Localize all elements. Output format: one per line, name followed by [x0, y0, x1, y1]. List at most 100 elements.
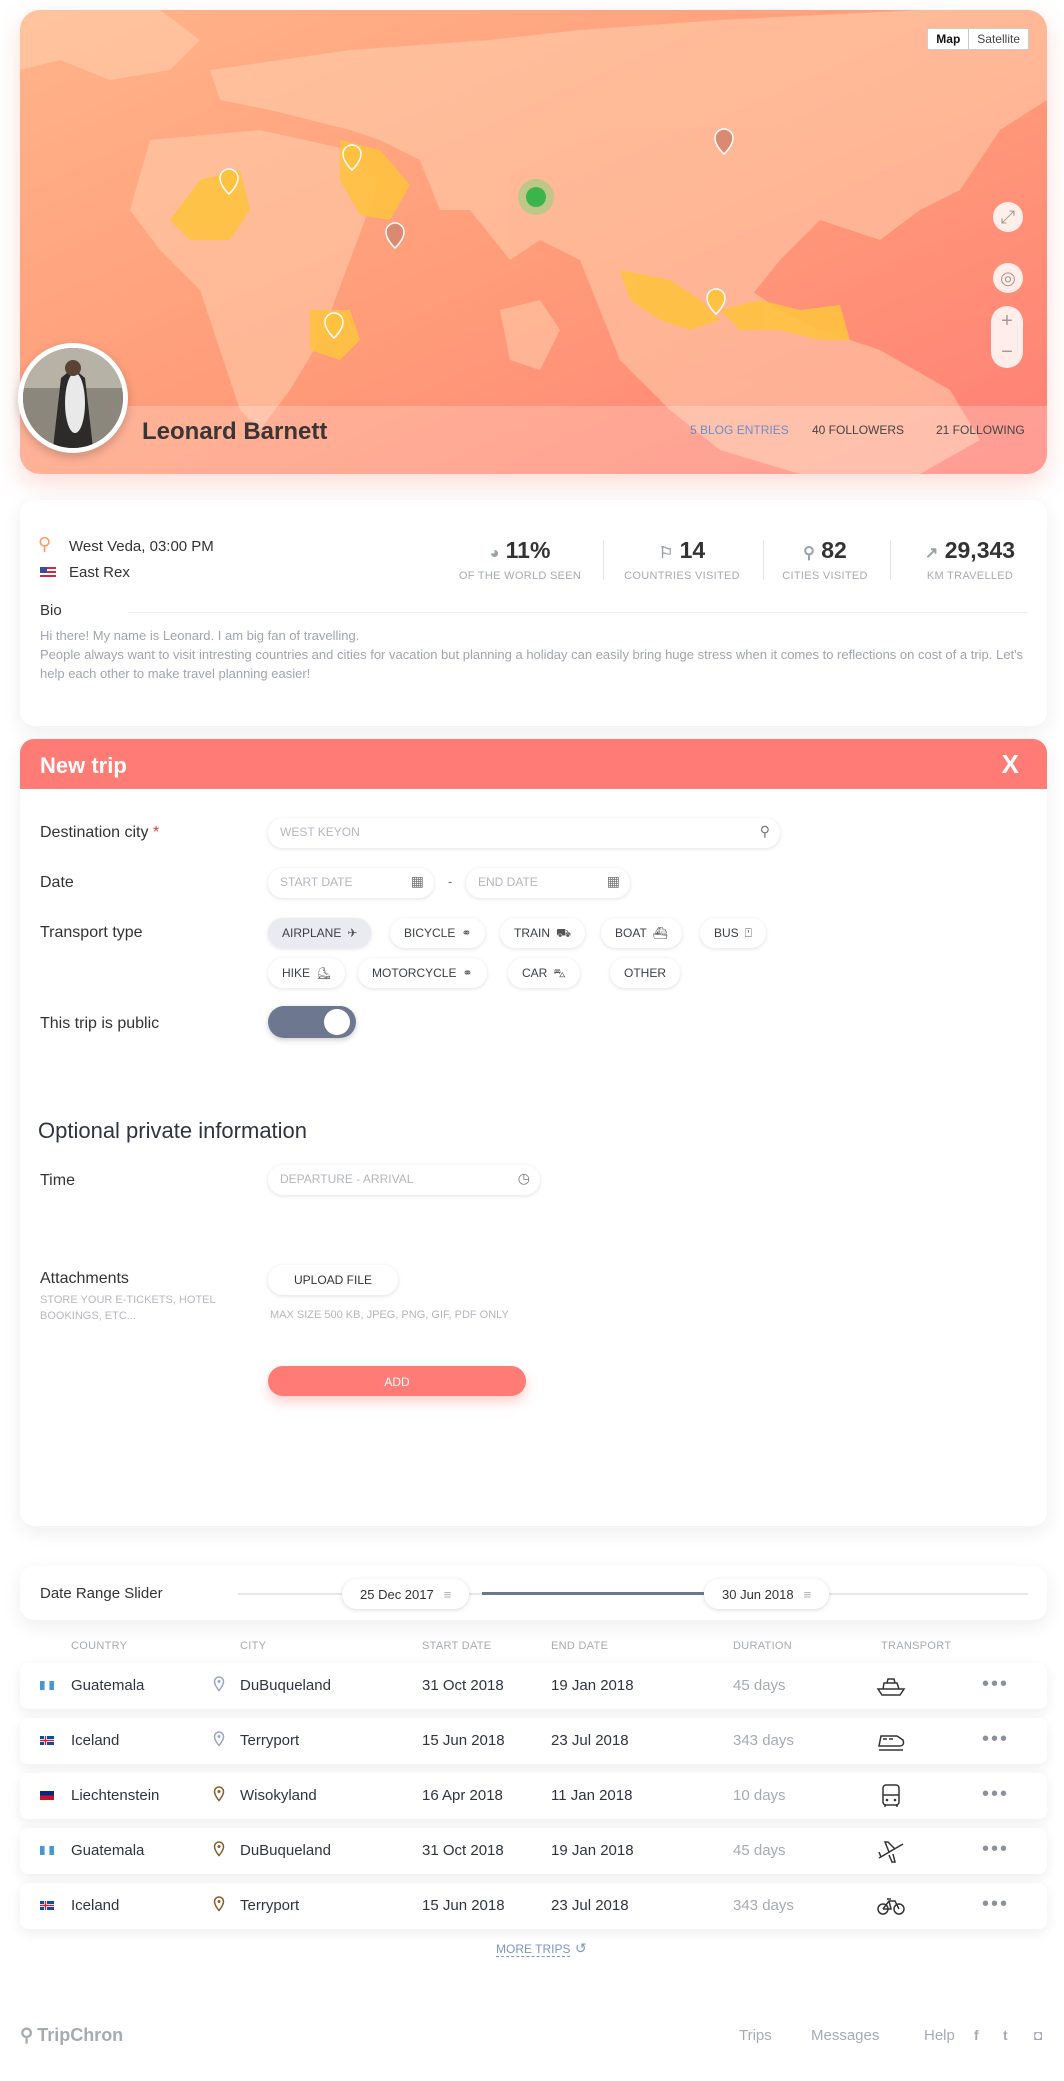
column-header-transport[interactable]: TRANSPORT: [881, 1640, 951, 1652]
cell-start-date: 15 Jun 2018: [422, 1897, 505, 1914]
avatar[interactable]: [18, 343, 128, 453]
zoom-in-icon[interactable]: +: [1001, 310, 1013, 333]
transport-chip-airplane[interactable]: AIRPLANE ✈: [268, 918, 372, 948]
slider-range-fill: [482, 1592, 704, 1595]
cell-country: Iceland: [71, 1897, 120, 1914]
more-options-icon[interactable]: •••: [982, 1728, 1009, 1751]
date-range-label: Date Range Slider: [40, 1585, 163, 1602]
zoom-out-icon[interactable]: −: [1001, 341, 1013, 364]
boat-icon: ⛴: [652, 926, 669, 940]
table-row[interactable]: Liechtenstein Wisokyland 16 Apr 2018 11 Jan…: [20, 1773, 1047, 1819]
bus-icon: [882, 1784, 900, 1807]
locate-icon[interactable]: ◎: [993, 263, 1023, 293]
stat-world-value: 11%: [505, 537, 551, 563]
divider: [128, 612, 1028, 613]
transport-chip-other[interactable]: OTHER: [610, 958, 680, 988]
facebook-icon[interactable]: f: [974, 2027, 979, 2043]
boat-icon: [876, 1678, 906, 1696]
column-header-city[interactable]: CITY: [240, 1640, 266, 1652]
column-header-duration[interactable]: DURATION: [733, 1640, 792, 1652]
chip-label: TRAIN: [514, 926, 550, 940]
footer-link-help[interactable]: Help: [924, 2027, 955, 2044]
upload-file-button[interactable]: UPLOAD FILE: [268, 1265, 398, 1295]
time-placeholder: DEPARTURE - ARRIVAL: [280, 1172, 414, 1186]
more-options-icon[interactable]: •••: [982, 1783, 1009, 1806]
drag-handle-icon: ≡: [443, 1587, 452, 1602]
column-header-country[interactable]: COUNTRY: [71, 1640, 127, 1652]
cell-end-date: 11 Jan 2018: [551, 1787, 633, 1804]
cell-end-date: 19 Jan 2018: [551, 1842, 634, 1859]
new-trip-title: New trip: [40, 753, 127, 778]
stat-countries: ⚐ 14 COUNTRIES VISITED: [612, 537, 752, 582]
more-trips-link[interactable]: MORE TRIPS: [496, 1942, 571, 1957]
public-toggle[interactable]: [268, 1006, 356, 1038]
calendar-icon[interactable]: ▦: [411, 873, 424, 890]
location-pin-icon: ⚲: [759, 823, 770, 839]
map-type-toggle[interactable]: Map Satellite: [927, 28, 1029, 50]
stat-countries-label: COUNTRIES VISITED: [624, 570, 740, 582]
more-options-icon[interactable]: •••: [982, 1893, 1009, 1916]
world-map[interactable]: Map Satellite ⤢ ◎ + −: [20, 10, 1047, 474]
slider-start-handle[interactable]: 25 Dec 2017 ≡: [342, 1579, 470, 1609]
transport-chip-car[interactable]: CAR ⛍: [508, 958, 580, 988]
end-date-input[interactable]: END DATE ▦: [466, 868, 630, 898]
cell-city: Wisokyland: [240, 1787, 317, 1804]
map-background: [20, 10, 1047, 474]
country-flag-icon: [40, 1681, 54, 1690]
destination-input[interactable]: WEST KEYON ⚲: [268, 818, 780, 848]
footer-link-trips[interactable]: Trips: [739, 2027, 772, 2044]
table-row[interactable]: Iceland Terryport 15 Jun 2018 23 Jul 2018 34…: [20, 1883, 1047, 1929]
transport-chip-hike[interactable]: HIKE ⛸: [268, 958, 346, 988]
motorcycle-icon: ⚭: [462, 966, 473, 980]
transport-chip-boat[interactable]: BOAT ⛴: [601, 918, 683, 948]
transport-chip-train[interactable]: TRAIN ⛟: [500, 918, 586, 948]
twitter-icon[interactable]: t: [1003, 2027, 1008, 2043]
table-row[interactable]: Iceland Terryport 15 Jun 2018 23 Jul 2018 34…: [20, 1718, 1047, 1764]
calendar-icon[interactable]: ▦: [607, 873, 620, 890]
cell-country: Liechtenstein: [71, 1787, 160, 1804]
transport-chip-bus[interactable]: BUS ⍞: [700, 918, 766, 948]
location-pin-icon: ⚲: [38, 534, 52, 554]
satellite-view-button[interactable]: Satellite: [969, 29, 1028, 49]
table-row[interactable]: Guatemala DuBuqueland 31 Oct 2018 19 Jan 20…: [20, 1663, 1047, 1709]
instagram-icon[interactable]: ◘: [1034, 2027, 1042, 2043]
country-flag-icon: [40, 1736, 54, 1745]
more-options-icon[interactable]: •••: [982, 1673, 1009, 1696]
time-input[interactable]: DEPARTURE - ARRIVAL ◷: [268, 1165, 540, 1195]
map-view-button[interactable]: Map: [928, 29, 970, 49]
column-header-start[interactable]: START DATE: [422, 1640, 491, 1652]
close-icon[interactable]: X: [1002, 749, 1019, 780]
following-link[interactable]: 21 FOLLOWING: [936, 423, 1025, 437]
column-header-end[interactable]: END DATE: [551, 1640, 608, 1652]
add-trip-button[interactable]: ADD: [268, 1366, 526, 1396]
drag-handle-icon: ≡: [803, 1587, 812, 1602]
fullscreen-icon[interactable]: ⤢: [993, 202, 1023, 232]
toggle-knob: [324, 1009, 350, 1035]
divider: [890, 540, 891, 580]
table-row[interactable]: Guatemala DuBuqueland 31 Oct 2018 19 Jan 20…: [20, 1828, 1047, 1874]
profile-name: Leonard Barnett: [142, 418, 328, 445]
city-pin-icon: [213, 1676, 225, 1692]
country-flag-icon: [40, 1791, 54, 1800]
transport-chip-motorcycle[interactable]: MOTORCYCLE ⚭: [358, 958, 487, 988]
blog-entries-link[interactable]: 5 BLOG ENTRIES: [690, 423, 789, 437]
stat-km: ↗ 29,343 KM TRAVELLED: [900, 537, 1040, 582]
cell-city: DuBuqueland: [240, 1677, 331, 1694]
cell-duration: 343 days: [733, 1732, 794, 1749]
car-icon: ⛍: [553, 966, 566, 980]
refresh-icon[interactable]: ↺: [575, 1940, 587, 1957]
profile-info-card: [20, 500, 1047, 726]
cell-end-date: 19 Jan 2018: [551, 1677, 634, 1694]
more-options-icon[interactable]: •••: [982, 1838, 1009, 1861]
stat-cities-label: CITIES VISITED: [782, 570, 868, 582]
slider-end-handle[interactable]: 30 Jun 2018 ≡: [704, 1579, 830, 1609]
airplane-icon: ✈: [347, 926, 358, 940]
brand-logo[interactable]: ⚲ TripChron: [20, 2025, 123, 2046]
cell-city: DuBuqueland: [240, 1842, 331, 1859]
start-date-input[interactable]: START DATE ▦: [268, 868, 434, 898]
end-date-placeholder: END DATE: [478, 875, 538, 889]
footer-link-messages[interactable]: Messages: [811, 2027, 879, 2044]
transport-chip-bicycle[interactable]: BICYCLE ⚭: [390, 918, 486, 948]
zoom-controls[interactable]: + −: [991, 306, 1023, 368]
followers-link[interactable]: 40 FOLLOWERS: [812, 423, 904, 437]
